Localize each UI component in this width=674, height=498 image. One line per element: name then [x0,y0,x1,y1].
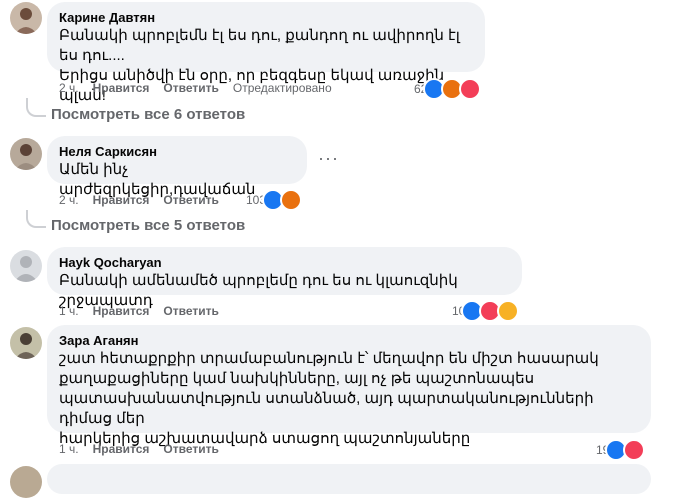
care-icon [497,300,520,322]
comment-author[interactable]: Неля Саркисян [59,143,295,160]
comment-actions: 1 ч. Нравится Ответить [59,441,233,457]
comment-bubble [47,464,651,494]
comment-time[interactable]: 1 ч. [59,442,79,456]
comment-bubble: Зара Аганян շատ հետաքրքիր տրամաբանությու… [47,325,651,447]
comment-author[interactable]: Зара Аганян [59,332,639,349]
comment-actions: 1 ч. Нравится Ответить [59,303,233,319]
reactions-summary[interactable]: 19 [596,439,646,461]
comment-author[interactable]: Карине Давтян [59,9,473,26]
reply-button[interactable]: Ответить [163,193,218,207]
like-button[interactable]: Нравится [93,81,150,95]
avatar[interactable] [10,138,42,170]
view-replies-link[interactable]: Посмотреть все 5 ответов [51,216,245,236]
reactions-summary[interactable]: 62 [414,78,482,100]
view-replies-link[interactable]: Посмотреть все 6 ответов [51,105,245,125]
reply-thread-line [26,210,46,228]
edited-label: Отредактировано [232,81,332,95]
like-button[interactable]: Нравится [93,193,150,207]
avatar[interactable] [10,2,42,34]
comment-time[interactable]: 2 ч. [59,193,79,207]
avatar[interactable] [10,250,42,282]
avatar[interactable] [10,327,42,359]
reply-button[interactable]: Ответить [163,81,218,95]
comment-text: շատ հետաքրքիր տրամաբանություն է՝ մեղավոր… [59,350,599,447]
comment-author[interactable]: Hayk Qocharyan [59,254,510,271]
reactions-summary[interactable]: 10 [452,300,520,322]
like-button[interactable]: Нравится [93,442,150,456]
comment-actions: 2 ч. Нравится Ответить Отредактировано [59,80,346,96]
love-icon [623,439,646,461]
avatar[interactable] [10,466,42,498]
reply-button[interactable]: Ответить [163,442,218,456]
more-options-icon[interactable]: ··· [318,148,339,169]
comment-time[interactable]: 1 ч. [59,304,79,318]
love-icon [459,78,482,100]
comment-actions: 2 ч. Нравится Ответить [59,192,233,208]
comment-time[interactable]: 2 ч. [59,81,79,95]
comment-bubble: Hayk Qocharyan Բանակի ամենամեծ պրոբլեմը … [47,247,522,309]
reply-button[interactable]: Ответить [163,304,218,318]
angry-icon [280,189,303,211]
reply-thread-line [26,98,46,117]
comment-bubble: Неля Саркисян Ամեն ինչ արժեզրկեցիր,դավաճ… [47,136,307,198]
reactions-summary[interactable]: 103 [246,189,303,211]
like-button[interactable]: Нравится [93,304,150,318]
comment-bubble: Карине Давтян Բանակի պրոբլեմն էլ ես դու,… [47,2,485,104]
